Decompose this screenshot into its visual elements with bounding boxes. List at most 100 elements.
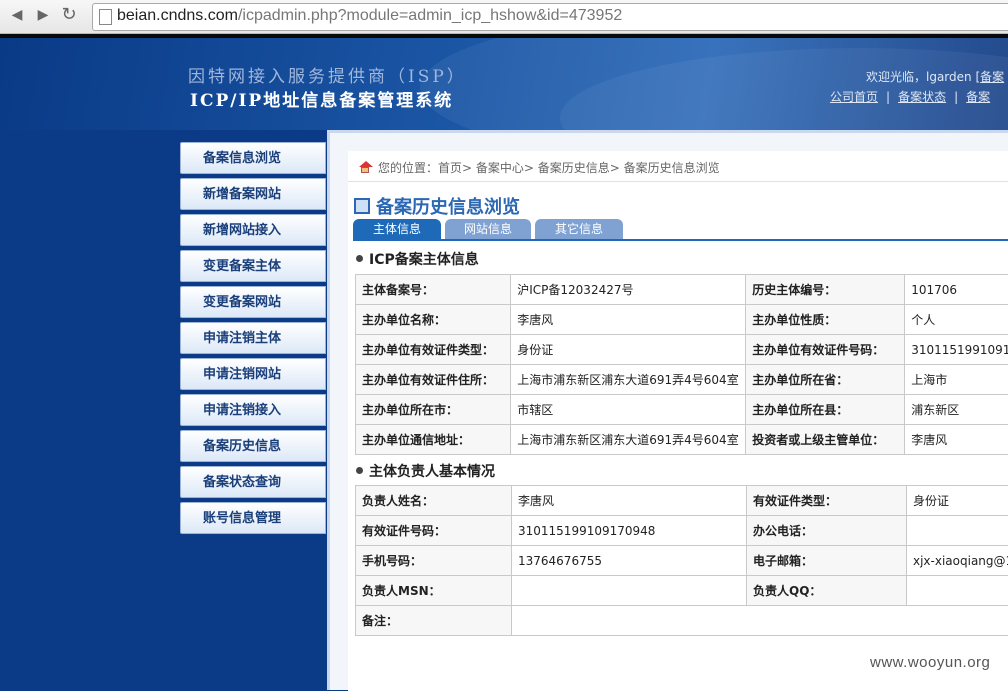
sidebar-item-add-site[interactable]: 新增备案网站	[180, 178, 326, 210]
page-title-text: 备案历史信息浏览	[376, 197, 520, 218]
tab-subject-info[interactable]: 主体信息	[353, 219, 441, 239]
link-separator: |	[886, 90, 890, 104]
top-links: 公司首页 | 备案状态 | 备案	[830, 88, 990, 105]
field-label: 电子邮箱：	[747, 546, 907, 576]
sidebar-item-status-query[interactable]: 备案状态查询	[180, 466, 326, 498]
field-label: 负责人QQ：	[747, 576, 907, 606]
field-value: 上海市浦东新区浦东大道691弄4号604室	[511, 365, 746, 395]
breadcrumb: 您的位置：首页> 备案中心> 备案历史信息> 备案历史信息浏览	[358, 159, 720, 176]
field-label: 主办单位所在县：	[746, 395, 905, 425]
table-row: 主办单位名称： 李唐风 主办单位性质： 个人	[356, 305, 1008, 335]
browser-toolbar: ◀ ▶ ↻ beian.cndns.com/icpadmin.php?modul…	[0, 0, 1008, 34]
sidebar-item-cancel-subject[interactable]: 申请注销主体	[180, 322, 326, 354]
field-value	[512, 606, 1008, 636]
sidebar-item-history[interactable]: 备案历史信息	[180, 430, 326, 462]
field-value: 个人	[905, 305, 1008, 335]
forward-arrow-icon[interactable]: ▶	[34, 6, 52, 24]
welcome-link[interactable]: 备案	[980, 70, 1004, 84]
sidebar-item-info-browse[interactable]: 备案信息浏览	[180, 142, 326, 174]
sidebar-item-cancel-site[interactable]: 申请注销网站	[180, 358, 326, 390]
bullet-icon	[356, 255, 363, 262]
welcome-text: 欢迎光临，lgarden [备案	[866, 68, 1004, 85]
sidebar-item-account[interactable]: 账号信息管理	[180, 502, 326, 534]
tab-site-info[interactable]: 网站信息	[445, 219, 531, 239]
bullet-icon	[356, 467, 363, 474]
field-value: 31011519910917094	[905, 335, 1008, 365]
table-row: 手机号码： 13764676755 电子邮箱： xjx-xiaoqiang@16…	[356, 546, 1008, 576]
field-value	[907, 516, 1008, 546]
field-value: 13764676755	[512, 546, 747, 576]
url-host: beian.cndns.com	[117, 7, 238, 24]
field-label: 主办单位所在市：	[356, 395, 511, 425]
sidebar-item-cancel-access[interactable]: 申请注销接入	[180, 394, 326, 426]
field-label: 手机号码：	[356, 546, 512, 576]
owner-info-table: 负责人姓名： 李唐风 有效证件类型： 身份证 有效证件号码： 310115199…	[355, 485, 1008, 636]
field-value: 上海市浦东新区浦东大道691弄4号604室	[511, 425, 746, 455]
field-label: 有效证件类型：	[747, 486, 907, 516]
sidebar-item-add-access[interactable]: 新增网站接入	[180, 214, 326, 246]
table-row: 有效证件号码： 310115199109170948 办公电话：	[356, 516, 1008, 546]
table-row: 主办单位通信地址： 上海市浦东新区浦东大道691弄4号604室 投资者或上级主管…	[356, 425, 1008, 455]
field-value: 上海市	[905, 365, 1008, 395]
field-label: 主办单位通信地址：	[356, 425, 511, 455]
section-title-text: 主体负责人基本情况	[369, 464, 495, 480]
table-row: 备注：	[356, 606, 1008, 636]
field-value	[512, 576, 747, 606]
field-label: 主体备案号：	[356, 275, 511, 305]
page-title: 备案历史信息浏览	[354, 193, 520, 219]
field-label: 主办单位有效证件类型：	[356, 335, 511, 365]
field-label: 负责人MSN：	[356, 576, 512, 606]
field-label: 主办单位有效证件住所：	[356, 365, 511, 395]
field-label: 主办单位名称：	[356, 305, 511, 335]
reload-icon[interactable]: ↻	[60, 6, 78, 24]
sidebar-item-change-subject[interactable]: 变更备案主体	[180, 250, 326, 282]
page-icon	[99, 9, 112, 25]
divider	[348, 181, 1008, 182]
table-row: 主办单位有效证件住所： 上海市浦东新区浦东大道691弄4号604室 主办单位所在…	[356, 365, 1008, 395]
field-value: 沪ICP备12032427号	[511, 275, 746, 305]
content-area: 您的位置：首页> 备案中心> 备案历史信息> 备案历史信息浏览 备案历史信息浏览…	[348, 151, 1008, 691]
link-separator: |	[954, 90, 958, 104]
field-label: 主办单位有效证件号码：	[746, 335, 905, 365]
back-arrow-icon[interactable]: ◀	[8, 6, 26, 24]
title-square-icon	[354, 198, 370, 214]
field-value: 李唐风	[905, 425, 1008, 455]
field-label: 历史主体编号：	[746, 275, 905, 305]
address-bar[interactable]: beian.cndns.com/icpadmin.php?module=admi…	[92, 3, 1008, 31]
field-value: 李唐风	[512, 486, 747, 516]
link-status[interactable]: 备案状态	[898, 90, 946, 104]
link-home[interactable]: 公司首页	[830, 90, 878, 104]
field-value: 李唐风	[511, 305, 746, 335]
field-label: 有效证件号码：	[356, 516, 512, 546]
link-beian[interactable]: 备案	[966, 90, 990, 104]
table-row: 主办单位所在市： 市辖区 主办单位所在县： 浦东新区	[356, 395, 1008, 425]
sidebar-item-change-site[interactable]: 变更备案网站	[180, 286, 326, 318]
field-value: xjx-xiaoqiang@163	[907, 546, 1008, 576]
url-path: /icpadmin.php?module=admin_icp_hshow&id=…	[238, 7, 622, 24]
field-label: 主办单位所在省：	[746, 365, 905, 395]
section-title-subject: ICP备案主体信息	[356, 249, 479, 269]
welcome-prefix: 欢迎光临，lgarden [	[866, 70, 980, 84]
sidebar: 备案信息浏览 新增备案网站 新增网站接入 变更备案主体 变更备案网站 申请注销主…	[180, 142, 326, 538]
table-row: 主办单位有效证件类型： 身份证 主办单位有效证件号码： 310115199109…	[356, 335, 1008, 365]
subject-info-table: 主体备案号： 沪ICP备12032427号 历史主体编号： 101706 主办单…	[355, 274, 1008, 455]
field-label: 办公电话：	[747, 516, 907, 546]
header-title: ICP/IP地址信息备案管理系统	[190, 86, 453, 111]
url-text: beian.cndns.com/icpadmin.php?module=admi…	[117, 7, 622, 25]
field-value	[907, 576, 1008, 606]
site-header: 因特网接入服务提供商（ISP） ICP/IP地址信息备案管理系统 欢迎光临，lg…	[0, 38, 1008, 130]
field-value: 浦东新区	[905, 395, 1008, 425]
field-value: 身份证	[907, 486, 1008, 516]
breadcrumb-text: 您的位置：首页> 备案中心> 备案历史信息> 备案历史信息浏览	[378, 161, 720, 175]
tab-other-info[interactable]: 其它信息	[535, 219, 623, 239]
field-value: 101706	[905, 275, 1008, 305]
main-panel: 您的位置：首页> 备案中心> 备案历史信息> 备案历史信息浏览 备案历史信息浏览…	[327, 130, 1008, 690]
field-value: 身份证	[511, 335, 746, 365]
home-icon	[358, 161, 372, 173]
field-value: 310115199109170948	[512, 516, 747, 546]
watermark: www.wooyun.org	[870, 654, 990, 671]
section-title-text: ICP备案主体信息	[369, 252, 479, 268]
field-label: 备注：	[356, 606, 512, 636]
table-row: 主体备案号： 沪ICP备12032427号 历史主体编号： 101706	[356, 275, 1008, 305]
tab-underline	[353, 239, 1008, 241]
